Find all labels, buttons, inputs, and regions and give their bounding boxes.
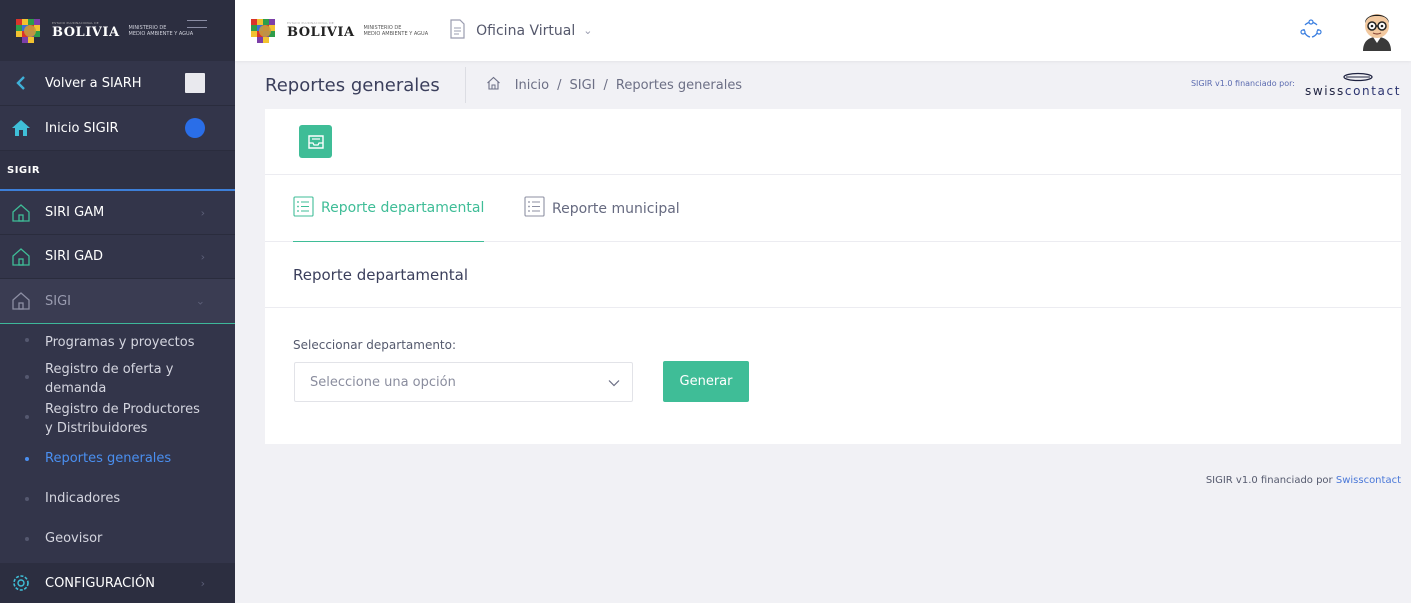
user-avatar[interactable] <box>1357 7 1397 55</box>
house-outline-icon <box>10 290 32 312</box>
sidebar-item-siri-gad[interactable]: SIRI GAD › <box>0 235 235 279</box>
sidebar-back-siarh[interactable]: Volver a SIARH <box>0 61 235 106</box>
sidebar-subitem-programas[interactable]: Programas y proyectos <box>0 330 235 360</box>
sidebar-item-configuracion[interactable]: CONFIGURACIÓN › <box>0 563 235 603</box>
tab-reporte-departamental[interactable]: Reporte departamental <box>293 175 485 242</box>
status-dot-icon <box>185 118 205 138</box>
sidebar-subitem-oferta-demanda[interactable]: Registro de oferta y demanda <box>0 360 205 400</box>
sidebar-subitem-reportes[interactable]: Reportes generales <box>0 444 235 484</box>
swisscontact-swoosh-icon <box>1343 72 1373 82</box>
chevron-right-icon: › <box>200 206 205 219</box>
chevron-down-icon: ⌄ <box>195 294 205 308</box>
swisscontact-link[interactable]: Swisscontact <box>1336 475 1401 486</box>
departamento-select[interactable]: Seleccione una opción <box>294 362 633 402</box>
breadcrumb: Inicio / SIGI / Reportes generales <box>486 76 742 94</box>
document-icon <box>448 18 466 43</box>
sidebar-item-siri-gam[interactable]: SIRI GAM › <box>0 191 235 235</box>
chevron-right-icon: › <box>200 250 205 263</box>
page-header: Reportes generales Inicio / SIGI / Repor… <box>265 62 1411 108</box>
sidebar-item-sigi[interactable]: SIGI ⌄ <box>0 279 235 324</box>
house-outline-icon <box>10 202 32 224</box>
oficina-virtual-dropdown[interactable]: Oficina Virtual ⌄ <box>448 18 593 43</box>
section-title: Reporte departamental <box>265 242 1401 308</box>
tab-reporte-municipal[interactable]: Reporte municipal <box>524 175 680 242</box>
report-tabs: Reporte departamental Reporte municipal <box>265 175 1401 242</box>
generate-button[interactable]: Generar <box>663 361 749 402</box>
sidebar-submenu-sigi: Programas y proyectos Registro de oferta… <box>0 324 235 564</box>
chevron-left-icon <box>10 72 32 94</box>
sidebar: ESTADO PLURINACIONAL DE BOLIVIA MINISTER… <box>0 0 235 603</box>
breadcrumb-current: Reportes generales <box>615 77 743 93</box>
topbar: ESTADO PLURINACIONAL DE BOLIVIA MINISTER… <box>235 0 1411 61</box>
report-card: Reporte departamental Reporte municipal … <box>265 109 1401 444</box>
topbar-bolivia-logo[interactable]: ESTADO PLURINACIONAL DE BOLIVIA MINISTER… <box>247 13 428 49</box>
chevron-down-icon: ⌄ <box>583 24 593 37</box>
sidebar-subitem-indicadores[interactable]: Indicadores <box>0 484 235 524</box>
departamento-label: Seleccionar departamento: <box>293 338 457 352</box>
home-icon <box>10 117 32 139</box>
footer: SIGIR v1.0 financiado por Swisscontact <box>1205 475 1401 486</box>
siarh-square-icon <box>185 73 205 93</box>
bolivia-logo: ESTADO PLURINACIONAL DE BOLIVIA MINISTER… <box>12 13 193 49</box>
chevron-down-icon <box>608 376 620 391</box>
house-outline-icon <box>10 246 32 268</box>
sidebar-logo: ESTADO PLURINACIONAL DE BOLIVIA MINISTER… <box>0 0 235 61</box>
sidebar-subitem-geovisor[interactable]: Geovisor <box>0 524 235 554</box>
funding-note: SIGIR v1.0 financiado por: swisscontact <box>1191 72 1401 98</box>
page-title: Reportes generales <box>265 67 466 103</box>
list-icon <box>524 196 545 221</box>
bolivia-emblem-icon <box>251 18 275 43</box>
notification-icon[interactable] <box>1299 17 1323 45</box>
chevron-right-icon: › <box>200 576 205 590</box>
sidebar-home-sigir[interactable]: Inicio SIGIR <box>0 106 235 151</box>
sidebar-subitem-productores[interactable]: Registro de Productores y Distribuidores <box>0 400 210 444</box>
swisscontact-logo: swisscontact <box>1305 72 1401 98</box>
sidebar-section-sigir: SIGIR <box>0 151 235 191</box>
breadcrumb-inicio[interactable]: Inicio <box>515 78 549 93</box>
gear-icon <box>10 572 32 594</box>
menu-toggle-icon[interactable] <box>187 20 207 34</box>
inbox-icon[interactable] <box>299 125 332 158</box>
list-icon <box>293 195 314 221</box>
breadcrumb-sigi[interactable]: SIGI <box>570 78 596 93</box>
home-outline-icon[interactable] <box>486 76 501 94</box>
bolivia-emblem-icon <box>16 18 40 43</box>
